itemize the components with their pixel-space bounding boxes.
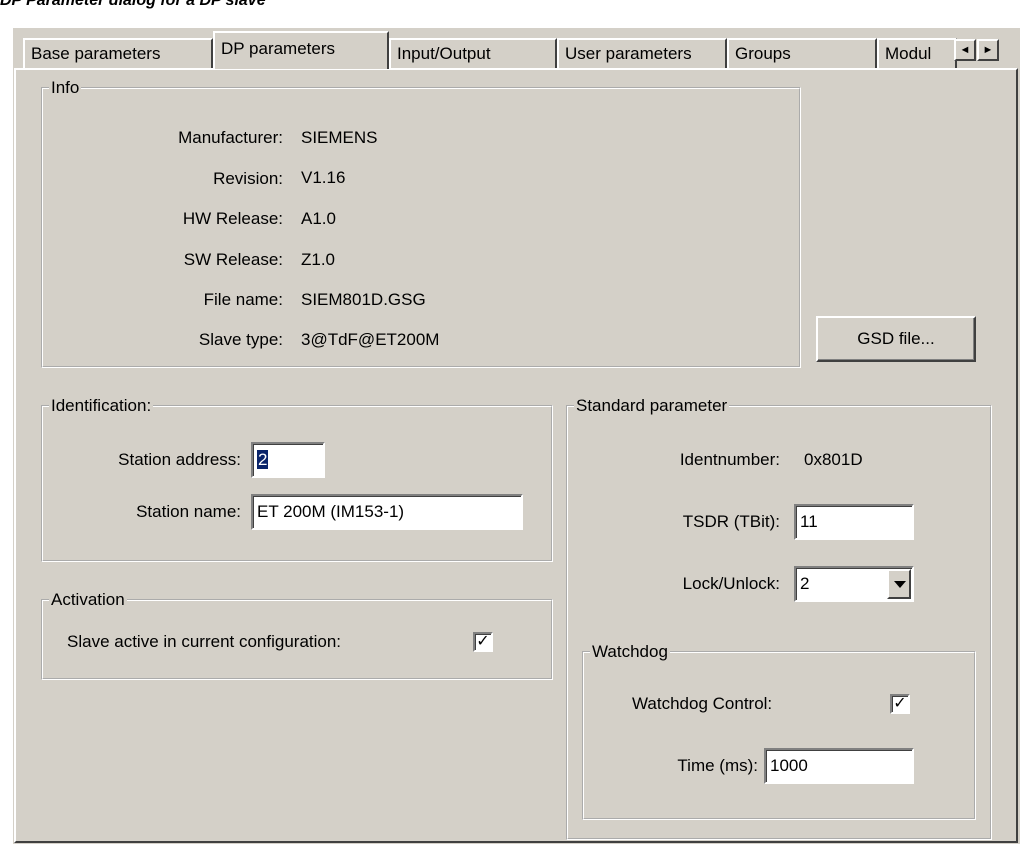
lock-unlock-label: Lock/Unlock: [682,574,780,593]
manufacturer-value: SIEMENS [301,128,378,147]
tsdr-label: TSDR (TBit): [682,512,780,531]
tab-scroll-left-icon[interactable]: ◄ [954,39,976,61]
identnumber-label: Identnumber: [679,450,780,469]
watchdog-control-label: Watchdog Control: [632,694,773,713]
chevron-down-icon[interactable] [887,569,911,599]
dp-parameters-panel: Info Manufacturer: SIEMENS Revision: V1.… [14,68,1018,843]
watchdog-time-input[interactable]: 1000 [764,748,914,784]
station-address-label: Station address: [118,450,241,469]
station-name-input[interactable]: ET 200M (IM153-1) [251,494,523,530]
tab-dp-parameters[interactable]: DP parameters [213,31,389,69]
hw-release-label: HW Release: [182,209,283,228]
dp-slave-properties-dialog: Base parameters DP parameters Input/Outp… [13,28,1020,844]
gsd-file-button[interactable]: GSD file... [816,316,976,362]
watchdog-control-checkbox[interactable]: ✓ [890,694,910,714]
watchdog-group-title: Watchdog [592,642,668,661]
revision-value: V1.16 [301,168,346,187]
activation-group: Activation Slave active in current confi… [41,590,553,680]
tab-modul[interactable]: Modul [877,38,957,68]
watchdog-time-label: Time (ms): [677,756,758,775]
tab-input-output[interactable]: Input/Output [389,38,557,68]
slave-active-label: Slave active in current configuration: [67,632,342,651]
identification-group: Identification: Station address: 2 Stati… [41,396,553,562]
lock-unlock-select[interactable]: 2 [794,566,914,602]
slave-type-value: 3@TdF@ET200M [301,330,440,349]
hw-release-value: A1.0 [301,209,336,228]
slave-active-checkbox[interactable]: ✓ [473,632,493,652]
slave-type-label: Slave type: [198,330,283,349]
identnumber-value: 0x801D [804,450,863,469]
file-name-label: File name: [203,290,283,309]
station-name-label: Station name: [136,502,241,521]
identification-group-title: Identification: [51,396,152,415]
info-group: Info Manufacturer: SIEMENS Revision: V1.… [41,78,801,368]
standard-parameter-group: Standard parameter Identnumber: 0x801D T… [566,396,992,840]
tab-groups[interactable]: Groups [727,38,877,68]
figure-caption: DP Parameter dialog for a DP slave [0,0,266,9]
watchdog-group: Watchdog Watchdog Control: ✓ Time (ms): … [582,642,976,820]
manufacturer-label: Manufacturer: [178,128,283,147]
activation-group-title: Activation [51,590,125,609]
standard-parameter-group-title: Standard parameter [576,396,728,415]
lock-unlock-value: 2 [800,574,810,593]
station-address-input[interactable]: 2 [251,442,325,478]
sw-release-label: SW Release: [183,250,283,269]
sw-release-value: Z1.0 [301,250,336,269]
revision-label: Revision: [213,169,283,188]
tsdr-input[interactable]: 11 [794,504,914,540]
tab-user-parameters[interactable]: User parameters [557,38,727,68]
file-name-value: SIEM801D.GSG [301,290,426,309]
info-group-title: Info [51,78,80,97]
tab-base-parameters[interactable]: Base parameters [23,38,213,68]
tab-scroll-right-icon[interactable]: ► [977,39,999,61]
station-address-value: 2 [257,450,269,469]
